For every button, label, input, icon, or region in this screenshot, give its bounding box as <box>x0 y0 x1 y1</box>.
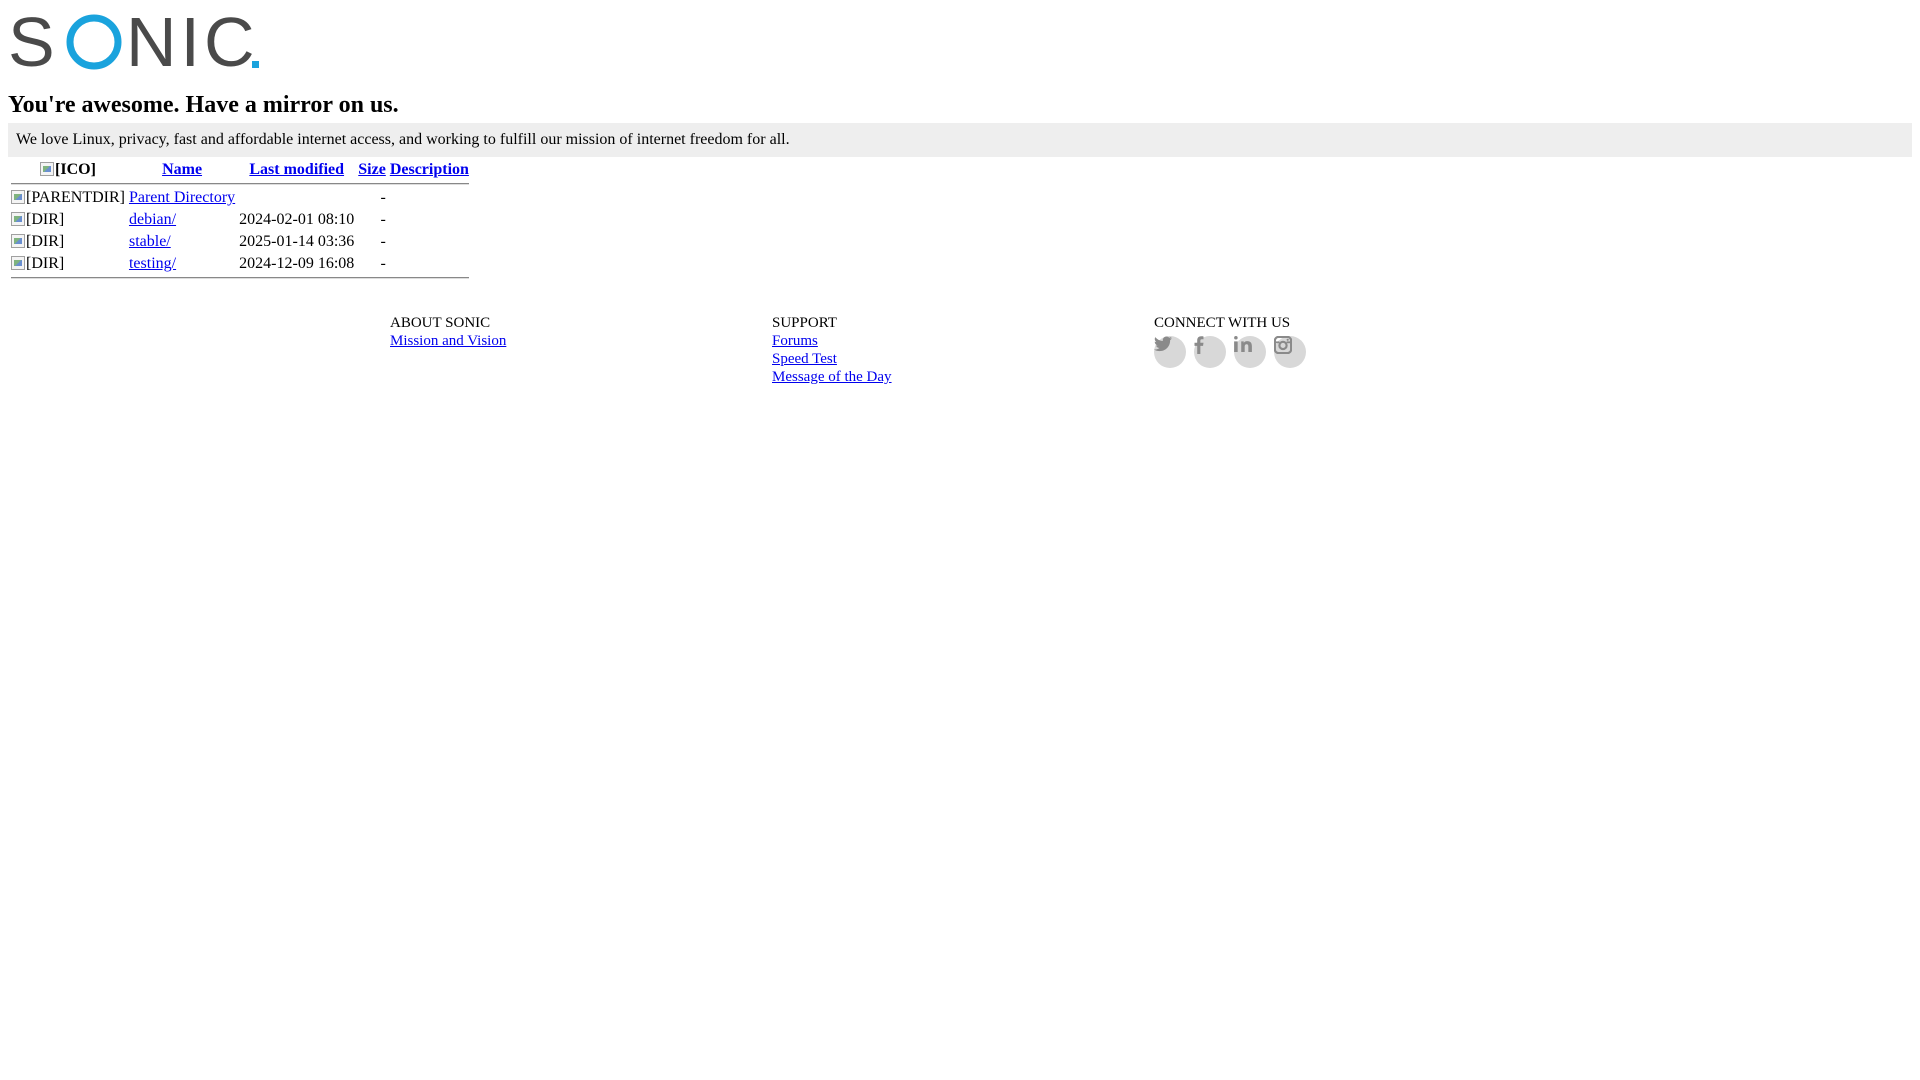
folder-icon <box>11 256 25 270</box>
size-cell: - <box>380 211 386 228</box>
sort-by-last-modified-link[interactable]: Last modified <box>249 161 344 178</box>
icon-column-header: [ICO] <box>10 160 126 180</box>
size-cell: - <box>380 255 386 272</box>
parent-dir-icon <box>11 190 25 204</box>
size-cell: - <box>380 189 386 206</box>
last-modified-cell <box>238 188 355 208</box>
parent-directory-link[interactable]: Parent Directory <box>129 189 235 206</box>
footer-about-heading: ABOUT SONIC <box>390 315 491 331</box>
linkedin-icon[interactable] <box>1234 336 1266 368</box>
directory-link-debian[interactable]: debian/ <box>129 211 176 228</box>
mission-banner: We love Linux, privacy, fast and afforda… <box>8 123 1912 157</box>
table-row: [PARENTDIR] Parent Directory - <box>10 188 470 208</box>
sonic-logo-image: S NIC <box>8 12 259 70</box>
instagram-icon[interactable] <box>1274 336 1306 368</box>
description-cell <box>389 254 470 274</box>
last-modified-cell: 2025-01-14 03:36 <box>239 233 355 250</box>
table-row: [DIR] testing/ 2024-12-09 16:08 - <box>10 254 470 274</box>
folder-icon <box>11 212 25 226</box>
parentdir-icon-cell: [PARENTDIR] <box>10 188 126 208</box>
description-cell <box>389 210 470 230</box>
svg-text:S: S <box>8 12 59 70</box>
dir-icon-cell: [DIR] <box>10 254 126 274</box>
divider <box>11 183 469 185</box>
mission-and-vision-link[interactable]: Mission and Vision <box>390 332 506 350</box>
forums-link[interactable]: Forums <box>772 332 892 350</box>
footer-support-section: SUPPORT Forums Speed Test Message of the… <box>772 314 892 386</box>
divider <box>11 277 469 279</box>
footer-about-section: ABOUT SONIC Mission and Vision <box>390 314 506 350</box>
svg-text:NIC: NIC <box>126 12 259 70</box>
directory-listing: [ICO] Name Last modified Size Descriptio… <box>8 158 472 282</box>
sort-by-name-link[interactable]: Name <box>162 161 202 178</box>
footer-connect-section: CONNECT WITH US <box>1154 314 1306 368</box>
sonic-logo[interactable]: S NIC <box>8 12 260 70</box>
directory-link-stable[interactable]: stable/ <box>129 233 171 250</box>
table-row: [DIR] debian/ 2024-02-01 08:10 - <box>10 210 470 230</box>
table-row: [DIR] stable/ 2025-01-14 03:36 - <box>10 232 470 252</box>
sort-by-description-link[interactable]: Description <box>390 161 469 178</box>
footer-support-heading: SUPPORT <box>772 315 837 331</box>
twitter-icon[interactable] <box>1154 336 1186 368</box>
message-of-the-day-link[interactable]: Message of the Day <box>772 368 892 386</box>
speed-test-link[interactable]: Speed Test <box>772 350 892 368</box>
dir-icon-cell: [DIR] <box>10 210 126 230</box>
dir-icon-cell: [DIR] <box>10 232 126 252</box>
last-modified-cell: 2024-12-09 16:08 <box>239 255 355 272</box>
last-modified-cell: 2024-02-01 08:10 <box>239 211 355 228</box>
description-cell <box>389 188 470 208</box>
folder-icon <box>11 234 25 248</box>
page-title: You're awesome. Have a mirror on us. <box>8 92 399 118</box>
facebook-icon[interactable] <box>1194 336 1226 368</box>
directory-link-testing[interactable]: testing/ <box>129 255 176 272</box>
sort-by-size-link[interactable]: Size <box>358 161 386 178</box>
listing-header-row: [ICO] Name Last modified Size Descriptio… <box>10 160 470 180</box>
social-links <box>1154 336 1306 368</box>
description-cell <box>389 232 470 252</box>
footer-connect-heading: CONNECT WITH US <box>1154 315 1291 331</box>
broken-image-icon <box>40 162 55 176</box>
size-cell: - <box>380 233 386 250</box>
